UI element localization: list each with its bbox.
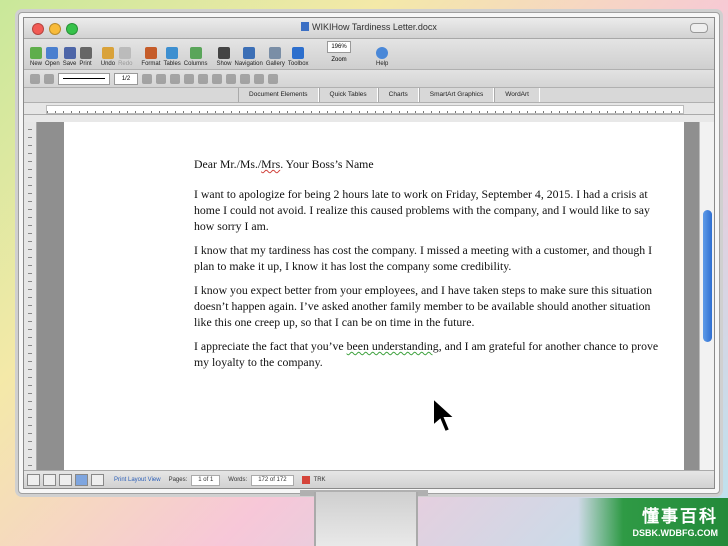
toolbox-icon <box>292 47 305 59</box>
title-bar: WIKIHow Tardiness Letter.docx <box>24 18 714 39</box>
draft-view-button[interactable] <box>27 474 40 486</box>
undo-icon <box>101 47 114 59</box>
redo-button[interactable]: Redo <box>118 47 132 69</box>
open-button[interactable]: Open <box>45 47 60 69</box>
paragraph-1: I want to apologize for being 2 hours la… <box>194 187 650 233</box>
view-name: Print Layout View <box>114 477 161 483</box>
track-changes-status[interactable]: TRK <box>301 476 326 484</box>
tab-wordart[interactable]: WordArt <box>494 88 540 102</box>
new-button[interactable]: New <box>30 47 42 69</box>
scroll-thumb[interactable] <box>703 210 712 342</box>
format-button[interactable]: Format <box>141 47 160 69</box>
tab-quick-tables[interactable]: Quick Tables <box>318 88 378 102</box>
open-icon <box>46 47 59 59</box>
print-icon <box>79 47 92 59</box>
document-icon <box>301 22 310 31</box>
pen-color-icon[interactable] <box>142 73 152 84</box>
tables-button[interactable]: Tables <box>163 47 181 69</box>
redo-icon <box>119 47 132 59</box>
autosum-icon[interactable] <box>268 73 278 84</box>
columns-icon <box>189 47 202 59</box>
new-icon <box>30 47 42 59</box>
pages-status: Pages: 1 of 1 <box>169 474 221 486</box>
spelling-flag[interactable]: Mrs <box>261 157 280 171</box>
borders-icon[interactable] <box>156 73 166 84</box>
pilcrow-icon <box>217 47 230 59</box>
format-icon <box>144 47 157 59</box>
save-button[interactable]: Save <box>63 47 76 69</box>
watermark-url: DSBK.WDBFG.COM <box>632 528 719 538</box>
standard-toolbar: New Open Save Print Undo Redo Format Tab… <box>24 39 714 70</box>
vertical-scrollbar[interactable] <box>699 122 714 470</box>
grammar-flag[interactable]: been understanding <box>347 339 439 353</box>
vertical-ruler <box>24 122 37 470</box>
insert-table-icon[interactable] <box>184 73 194 84</box>
paragraph-3: I know you expect better from your emplo… <box>194 283 652 329</box>
shading-icon[interactable] <box>170 73 180 84</box>
gallery-icon <box>269 47 282 59</box>
pencil-icon[interactable] <box>30 73 40 84</box>
tab-document-elements[interactable]: Document Elements <box>238 88 319 102</box>
align-icon[interactable] <box>226 73 236 84</box>
words-status: Words: 172 of 172 <box>228 474 294 486</box>
zoom-field[interactable]: 196% <box>327 41 351 53</box>
publishing-view-button[interactable] <box>59 474 72 486</box>
letter-body[interactable]: Dear Mr./Ms./Mrs. Your Boss’s Name I wan… <box>194 156 664 378</box>
watermark: 懂事百科 DSBK.WDBFG.COM <box>578 498 728 546</box>
zoom-label: Zoom <box>331 57 347 63</box>
help-icon <box>376 47 389 59</box>
gallery-button[interactable]: Gallery <box>266 47 285 69</box>
distribute-icon[interactable] <box>240 73 250 84</box>
horizontal-ruler[interactable] <box>24 103 714 115</box>
status-bar: Print Layout View Pages: 1 of 1 Words: 172… <box>24 470 714 488</box>
paragraph-2: I know that my tardiness has cost the co… <box>194 243 653 273</box>
window-title: WIKIHow Tardiness Letter.docx <box>312 22 437 32</box>
toolbar-toggle-button[interactable] <box>690 23 708 33</box>
watermark-brand: 懂事百科 <box>642 507 718 526</box>
sort-icon[interactable] <box>254 73 264 84</box>
tab-smartart-graphics[interactable]: SmartArt Graphics <box>418 88 495 102</box>
document-area: Dear Mr./Ms./Mrs. Your Boss’s Name I wan… <box>24 122 714 470</box>
show-button[interactable]: Show <box>216 47 231 69</box>
paragraph-4: I appreciate the fact that you’ve been u… <box>194 339 659 369</box>
save-icon <box>63 47 76 59</box>
split-cells-icon[interactable] <box>212 73 222 84</box>
monitor-stand <box>314 492 418 546</box>
monitor-screen: WIKIHow Tardiness Letter.docx New Open S… <box>18 12 720 494</box>
word-window: WIKIHow Tardiness Letter.docx New Open S… <box>23 17 715 489</box>
mouse-pointer-icon <box>432 396 458 434</box>
undo-button[interactable]: Undo <box>101 47 115 69</box>
tables-icon <box>166 47 179 59</box>
line-style-select[interactable] <box>58 72 110 85</box>
document-page[interactable]: Dear Mr./Ms./Mrs. Your Boss’s Name I wan… <box>64 122 684 470</box>
merge-cells-icon[interactable] <box>198 73 208 84</box>
ruler-scale <box>46 105 684 114</box>
navigation-icon <box>242 47 255 59</box>
outline-view-button[interactable] <box>43 474 56 486</box>
navigation-button[interactable]: Navigation <box>234 47 263 69</box>
toolbox-button[interactable]: Toolbox <box>288 47 309 69</box>
elements-ribbon: Document Elements Quick Tables Charts Sm… <box>24 88 714 103</box>
notebook-view-button[interactable] <box>91 474 104 486</box>
print-layout-view-button[interactable] <box>75 474 88 486</box>
print-button[interactable]: Print <box>79 47 92 69</box>
spelling-status-icon <box>301 476 310 484</box>
window-title-area: WIKIHow Tardiness Letter.docx <box>24 22 714 32</box>
columns-button[interactable]: Columns <box>184 47 207 69</box>
zoom-control[interactable]: 196% Zoom <box>327 41 351 63</box>
eraser-icon[interactable] <box>44 73 54 84</box>
salutation: Dear Mr./Ms./Mrs. Your Boss’s Name <box>194 157 374 171</box>
line-weight-select[interactable]: 1/2 <box>114 72 138 85</box>
help-button[interactable]: Help <box>376 47 388 69</box>
formatting-toolbar: 1/2 <box>24 70 714 88</box>
tab-charts[interactable]: Charts <box>377 88 419 102</box>
